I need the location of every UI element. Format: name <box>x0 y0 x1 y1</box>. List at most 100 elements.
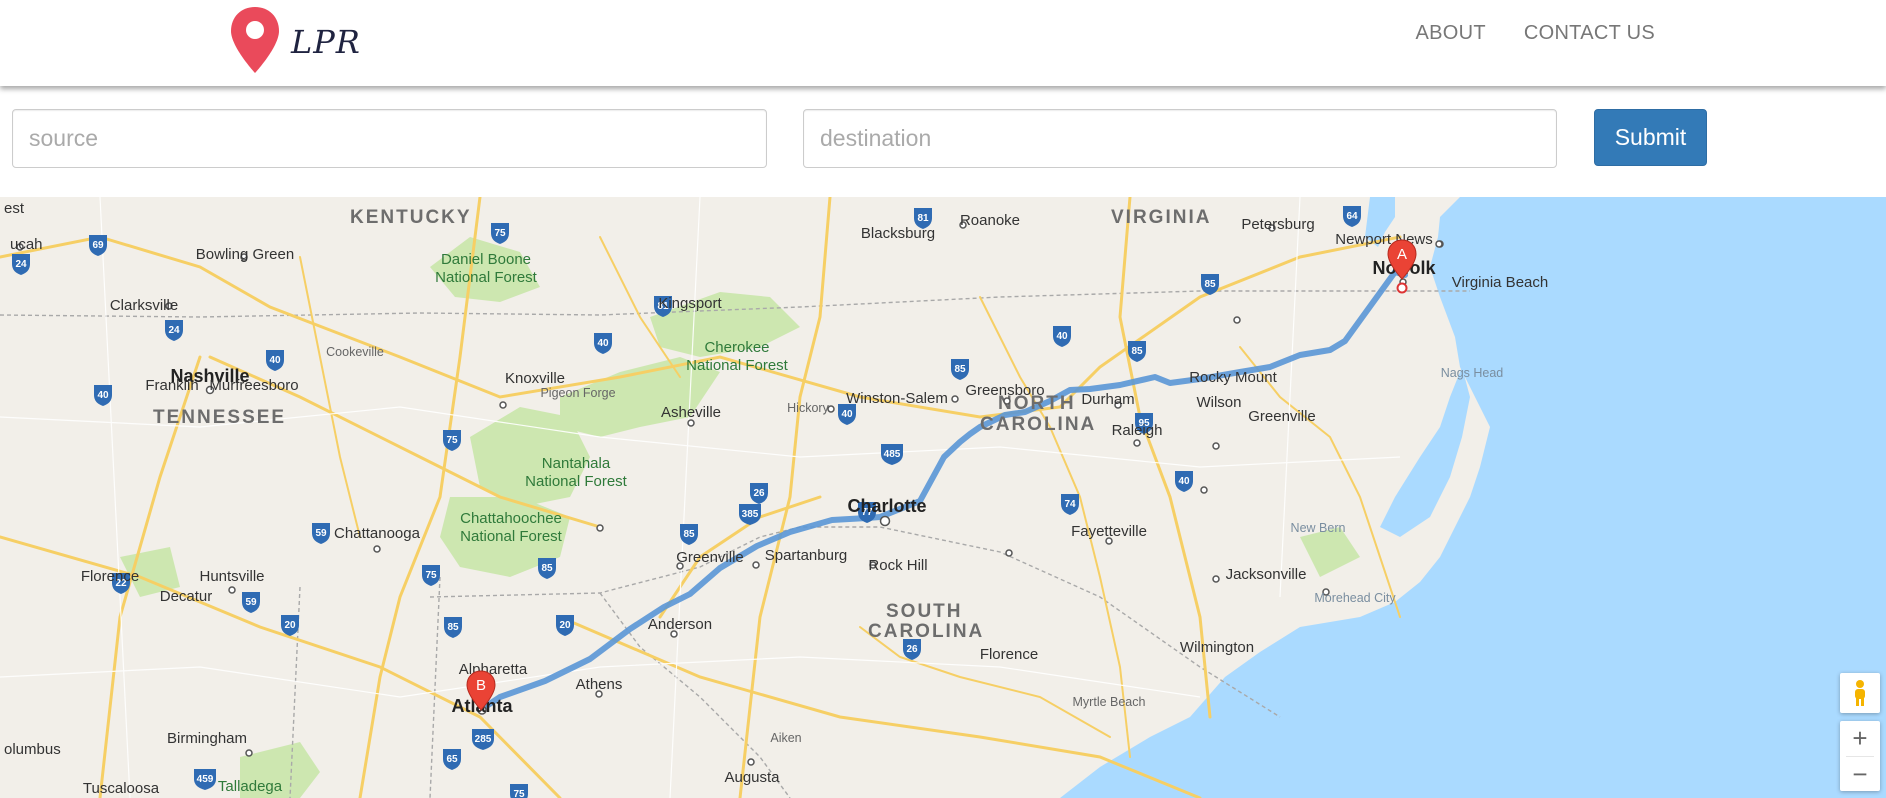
svg-text:75: 75 <box>425 570 437 581</box>
svg-text:National Forest: National Forest <box>525 473 628 490</box>
navbar: LPR ABOUT CONTACT US <box>0 0 1886 86</box>
svg-text:Murfreesboro: Murfreesboro <box>209 377 298 394</box>
svg-text:40: 40 <box>1178 476 1190 487</box>
svg-text:Athens: Athens <box>576 676 623 693</box>
svg-text:Newport News: Newport News <box>1335 231 1433 248</box>
state-label-carolina-sc: CAROLINA <box>868 621 984 642</box>
svg-text:85: 85 <box>1204 279 1216 290</box>
svg-text:75: 75 <box>446 435 458 446</box>
svg-text:40: 40 <box>841 409 853 420</box>
svg-text:40: 40 <box>269 355 281 366</box>
svg-text:Knoxville: Knoxville <box>505 370 565 387</box>
destination-input[interactable] <box>803 109 1557 168</box>
nav-links: ABOUT CONTACT US <box>1415 22 1655 45</box>
svg-text:Augusta: Augusta <box>724 769 780 786</box>
svg-text:Fayetteville: Fayetteville <box>1071 523 1147 540</box>
svg-text:81: 81 <box>917 213 929 224</box>
svg-text:Florence: Florence <box>980 646 1038 663</box>
svg-text:40: 40 <box>1056 331 1068 342</box>
svg-text:National Forest: National Forest <box>460 528 563 545</box>
svg-text:National Forest: National Forest <box>686 357 789 374</box>
map-canvas[interactable]: 69 24 24 40 40 40 40 40 40 75 75 75 81 8… <box>0 197 1886 798</box>
svg-text:olumbus: olumbus <box>4 741 61 758</box>
svg-text:est: est <box>4 200 25 217</box>
svg-text:Greenville: Greenville <box>1248 408 1316 425</box>
svg-text:20: 20 <box>559 620 571 631</box>
svg-text:85: 85 <box>541 563 553 574</box>
svg-text:Daniel Boone: Daniel Boone <box>441 251 531 268</box>
svg-text:Greenville: Greenville <box>676 549 744 566</box>
svg-text:Cookeville: Cookeville <box>326 345 384 359</box>
svg-text:Spartanburg: Spartanburg <box>765 547 848 564</box>
svg-text:Morehead City: Morehead City <box>1314 591 1396 605</box>
svg-text:Hickory: Hickory <box>787 401 829 415</box>
svg-text:24: 24 <box>168 325 180 336</box>
state-label-south: SOUTH <box>886 601 963 622</box>
svg-text:Florence: Florence <box>81 568 139 585</box>
brand-name: LPR <box>291 23 361 61</box>
svg-text:Rock Hill: Rock Hill <box>868 557 927 574</box>
svg-text:Nantahala: Nantahala <box>542 455 611 472</box>
pegman-icon <box>1855 680 1865 706</box>
svg-text:69: 69 <box>92 240 104 251</box>
svg-text:59: 59 <box>315 528 327 539</box>
svg-text:Myrtle Beach: Myrtle Beach <box>1073 695 1146 709</box>
svg-text:Clarksville: Clarksville <box>110 297 178 314</box>
svg-text:Asheville: Asheville <box>661 404 721 421</box>
svg-text:B: B <box>476 677 486 694</box>
state-label-tennessee: TENNESSEE <box>153 407 286 428</box>
location-pin-icon <box>231 7 279 73</box>
svg-text:Anderson: Anderson <box>648 616 712 633</box>
route-map[interactable]: 69 24 24 40 40 40 40 40 40 75 75 75 81 8… <box>0 197 1886 798</box>
svg-text:Petersburg: Petersburg <box>1241 216 1314 233</box>
svg-text:65: 65 <box>446 754 458 765</box>
route-form: Submit <box>0 86 1886 197</box>
svg-text:Huntsville: Huntsville <box>199 568 264 585</box>
svg-text:Nags Head: Nags Head <box>1441 366 1504 380</box>
svg-text:Virginia Beach: Virginia Beach <box>1452 274 1548 291</box>
zoom-controls: + − <box>1840 721 1880 791</box>
svg-text:Raleigh: Raleigh <box>1112 422 1163 439</box>
shield-75-d: 75 <box>510 784 528 798</box>
svg-text:459: 459 <box>197 774 214 785</box>
svg-text:Cherokee: Cherokee <box>704 339 769 356</box>
source-input[interactable] <box>12 109 767 168</box>
svg-text:Blacksburg: Blacksburg <box>861 225 935 242</box>
svg-text:Aiken: Aiken <box>770 731 801 745</box>
svg-text:Roanoke: Roanoke <box>960 212 1020 229</box>
svg-text:85: 85 <box>954 364 966 375</box>
zoom-in-button[interactable]: + <box>1840 721 1880 756</box>
svg-text:40: 40 <box>97 390 109 401</box>
street-view-control[interactable] <box>1840 673 1880 713</box>
svg-text:Bowling Green: Bowling Green <box>196 246 294 263</box>
submit-button[interactable]: Submit <box>1594 109 1707 166</box>
svg-text:Tuscaloosa: Tuscaloosa <box>83 780 160 797</box>
svg-text:Talladega: Talladega <box>218 778 283 795</box>
svg-text:Alpharetta: Alpharetta <box>459 661 528 678</box>
brand[interactable]: LPR <box>229 4 361 76</box>
svg-text:Franklin: Franklin <box>145 377 198 394</box>
nav-contact-link[interactable]: CONTACT US <box>1524 22 1655 45</box>
svg-text:Decatur: Decatur <box>160 588 213 605</box>
svg-text:Chattanooga: Chattanooga <box>334 525 421 542</box>
svg-text:20: 20 <box>284 620 296 631</box>
svg-text:85: 85 <box>683 529 695 540</box>
svg-text:Pigeon Forge: Pigeon Forge <box>540 386 615 400</box>
state-label-carolina-nc: CAROLINA <box>980 414 1096 435</box>
svg-text:26: 26 <box>753 488 765 499</box>
svg-text:Durham: Durham <box>1081 391 1134 408</box>
svg-text:59: 59 <box>245 597 257 608</box>
svg-text:Kingsport: Kingsport <box>658 295 722 312</box>
svg-text:National Forest: National Forest <box>435 269 538 286</box>
svg-text:85: 85 <box>447 622 459 633</box>
svg-text:Greensboro: Greensboro <box>965 382 1044 399</box>
svg-text:Charlotte: Charlotte <box>847 496 926 516</box>
svg-text:75: 75 <box>513 789 525 798</box>
svg-text:Winston-Salem: Winston-Salem <box>846 390 948 407</box>
zoom-out-button[interactable]: − <box>1840 757 1880 792</box>
svg-text:40: 40 <box>597 338 609 349</box>
svg-text:285: 285 <box>475 734 492 745</box>
svg-text:Chattahoochee: Chattahoochee <box>460 510 562 527</box>
nav-about-link[interactable]: ABOUT <box>1415 22 1485 45</box>
svg-text:Birmingham: Birmingham <box>167 730 247 747</box>
